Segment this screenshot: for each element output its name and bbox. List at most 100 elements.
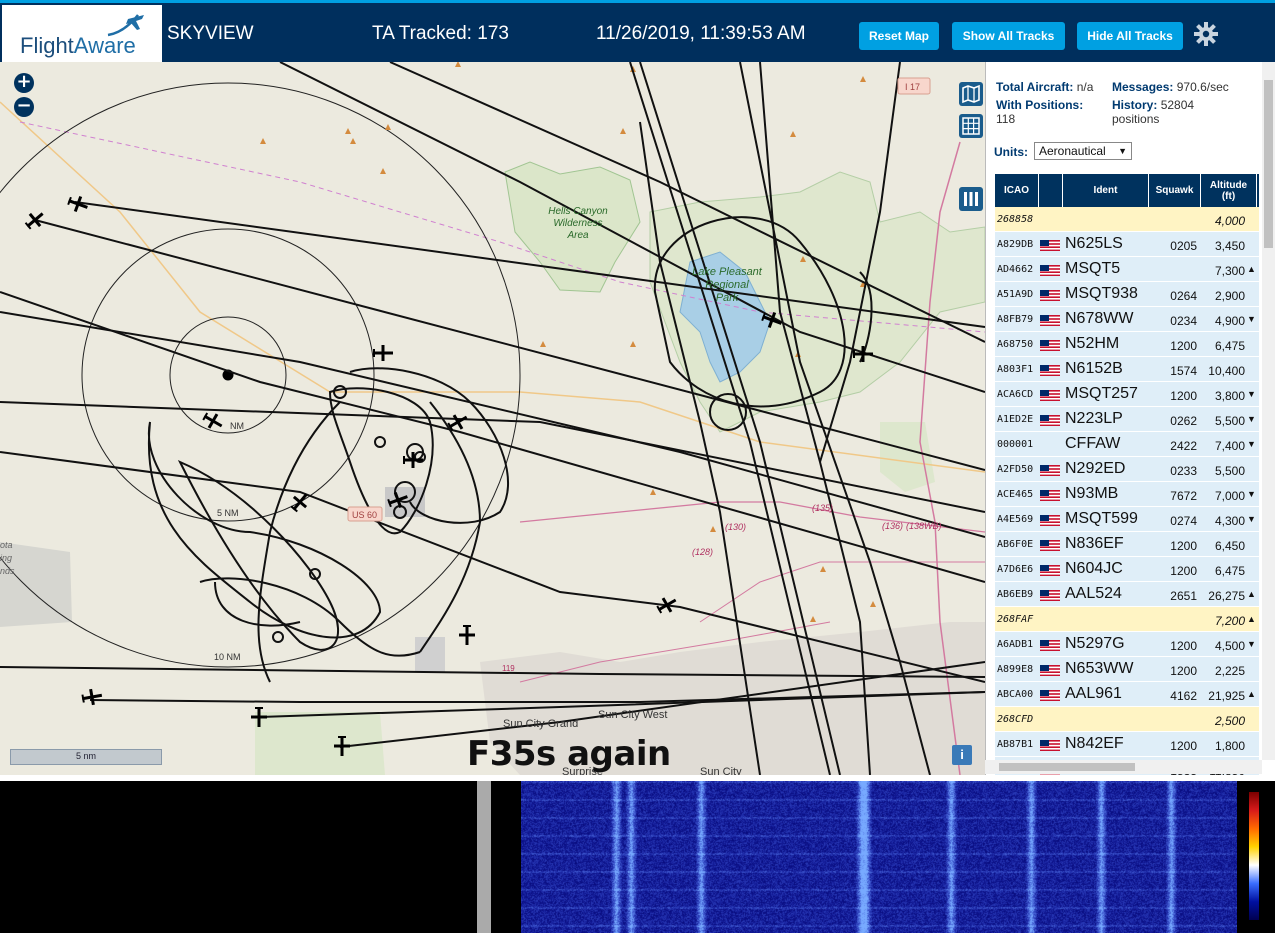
map-canvas[interactable]: NM 5 NM 10 NM 119 Hells Canyon Wildernes… bbox=[0, 62, 985, 775]
col-ident[interactable]: Ident bbox=[1063, 174, 1149, 207]
us-flag-icon bbox=[1040, 490, 1060, 501]
table-row[interactable]: ABCA00 AAL961 4162 21,925 ▲ bbox=[995, 682, 1259, 707]
row-ident: N836EF bbox=[1065, 535, 1124, 552]
route-119: 119 bbox=[502, 664, 515, 673]
table-row[interactable]: A7D6E6 N604JC 1200 6,475 bbox=[995, 557, 1259, 582]
units-label: Units: bbox=[994, 145, 1028, 159]
highway-128 bbox=[699, 561, 985, 623]
show-all-tracks-button[interactable]: Show All Tracks bbox=[952, 22, 1065, 50]
table-row[interactable]: 268858 4,000 bbox=[995, 207, 1259, 232]
row-ident: CFFAW bbox=[1065, 435, 1121, 452]
row-altitude-trend: ▼ bbox=[1247, 414, 1256, 424]
table-row[interactable]: A6ADB1 N5297G 1200 4,500 ▼ bbox=[995, 632, 1259, 657]
us-flag-icon bbox=[1040, 690, 1060, 701]
row-altitude: 4,000 bbox=[1214, 214, 1245, 228]
row-squawk: 1200 bbox=[1170, 539, 1197, 553]
map-view[interactable]: NM 5 NM 10 NM 119 Hells Canyon Wildernes… bbox=[0, 62, 985, 775]
row-icao: A68750 bbox=[997, 339, 1034, 350]
grey-block bbox=[415, 637, 445, 672]
grid-button[interactable] bbox=[959, 114, 983, 138]
row-squawk: 0264 bbox=[1170, 289, 1197, 303]
row-altitude: 4,900 bbox=[1214, 314, 1245, 328]
table-row[interactable]: AB6F0E N836EF 1200 6,450 bbox=[995, 532, 1259, 557]
row-altitude-trend: ▲ bbox=[1247, 589, 1256, 599]
table-row[interactable]: A51A9D MSQT938 0264 2,900 bbox=[995, 282, 1259, 307]
row-icao: ABCA00 bbox=[997, 689, 1034, 700]
col-squawk[interactable]: Squawk bbox=[1149, 174, 1201, 207]
info-icon[interactable]: i bbox=[952, 745, 972, 765]
row-squawk: 2651 bbox=[1170, 589, 1197, 603]
units-select[interactable]: Aeronautical ▼ bbox=[1034, 142, 1132, 160]
columns-button[interactable] bbox=[959, 187, 983, 211]
table-row[interactable]: A829DB N625LS 0205 3,450 bbox=[995, 232, 1259, 257]
row-icao: AD4662 bbox=[997, 264, 1034, 275]
with-positions-stat: With Positions: 118 bbox=[996, 98, 1084, 126]
table-row[interactable]: ACE465 N93MB 7672 7,000 ▼ bbox=[995, 482, 1259, 507]
hwy-138-label: (138WB) bbox=[906, 521, 942, 531]
us-flag-icon bbox=[1040, 340, 1060, 351]
row-squawk: 0205 bbox=[1170, 239, 1197, 253]
row-altitude: 5,500 bbox=[1214, 414, 1245, 428]
row-ident: N6152B bbox=[1065, 360, 1123, 377]
zoom-out-button[interactable]: − bbox=[14, 97, 34, 117]
row-icao: AB87B1 bbox=[997, 739, 1034, 750]
table-row[interactable]: A4E569 MSQT599 0274 4,300 ▼ bbox=[995, 507, 1259, 532]
col-altitude[interactable]: Altitude (ft) bbox=[1201, 174, 1257, 207]
reset-map-button[interactable]: Reset Map bbox=[859, 22, 939, 50]
table-row[interactable]: A2FD50 N292ED 0233 5,500 bbox=[995, 457, 1259, 482]
panel-vertical-scrollbar[interactable] bbox=[1262, 62, 1275, 760]
table-row[interactable]: A8FB79 N678WW 0234 4,900 ▼ bbox=[995, 307, 1259, 332]
zoom-in-button[interactable]: + bbox=[14, 73, 34, 93]
row-ident: N223LP bbox=[1065, 410, 1123, 427]
left-edge-label-1: ota bbox=[0, 540, 13, 550]
hwy-128-label: (128) bbox=[692, 547, 713, 557]
row-ident: N678WW bbox=[1065, 310, 1134, 327]
row-altitude-trend: ▲ bbox=[1247, 689, 1256, 699]
table-row[interactable]: A1ED2E N223LP 0262 5,500 ▼ bbox=[995, 407, 1259, 432]
lake-pleasant-label-2: Regional bbox=[705, 279, 749, 291]
table-row[interactable]: A68750 N52HM 1200 6,475 bbox=[995, 332, 1259, 357]
row-altitude: 2,500 bbox=[1214, 714, 1245, 728]
row-altitude: 21,925 bbox=[1208, 689, 1245, 703]
map-icon bbox=[962, 84, 980, 104]
settings-gear-icon[interactable] bbox=[1194, 22, 1218, 46]
row-altitude: 6,475 bbox=[1214, 564, 1245, 578]
panel-horizontal-scrollbar[interactable] bbox=[985, 760, 1262, 774]
row-squawk: 0234 bbox=[1170, 314, 1197, 328]
row-squawk: 2422 bbox=[1170, 439, 1197, 453]
hide-all-tracks-button[interactable]: Hide All Tracks bbox=[1077, 22, 1183, 50]
table-row[interactable]: 000001 CFFAW 2422 7,400 ▼ bbox=[995, 432, 1259, 457]
row-altitude-trend: ▼ bbox=[1247, 389, 1256, 399]
svg-text:I 17: I 17 bbox=[905, 82, 920, 92]
table-row[interactable]: AB6EB9 AAL524 2651 26,275 ▲ bbox=[995, 582, 1259, 607]
table-row[interactable]: 268CFD 2,500 bbox=[995, 707, 1259, 732]
row-altitude: 6,475 bbox=[1214, 339, 1245, 353]
row-altitude: 26,275 bbox=[1208, 589, 1245, 603]
table-row[interactable]: AD4662 MSQT5 7,300 ▲ bbox=[995, 257, 1259, 282]
app-title: SKYVIEW bbox=[167, 23, 254, 44]
row-ident: N52HM bbox=[1065, 335, 1120, 352]
us-flag-icon bbox=[1040, 315, 1060, 326]
row-altitude-trend: ▼ bbox=[1247, 639, 1256, 649]
map-layers-button[interactable] bbox=[959, 82, 983, 106]
row-altitude-trend: ▼ bbox=[1247, 514, 1256, 524]
ring-label-inner: NM bbox=[230, 421, 244, 431]
col-icao[interactable]: ICAO bbox=[995, 174, 1039, 207]
table-row[interactable]: AB87B1 N842EF 1200 1,800 bbox=[995, 732, 1259, 757]
us-flag-icon bbox=[1040, 265, 1060, 276]
left-edge-label-3: nds bbox=[0, 566, 15, 576]
table-body: 268858 4,000 A829DB N625LS 0205 3,450 AD4662 MS… bbox=[995, 207, 1259, 775]
col-flag[interactable] bbox=[1039, 174, 1063, 207]
table-row[interactable]: A899E8 N653WW 1200 2,225 bbox=[995, 657, 1259, 682]
history-stat: History: 52804 positions bbox=[1112, 98, 1195, 126]
total-aircraft-stat: Total Aircraft: n/a bbox=[996, 80, 1094, 94]
grid-icon bbox=[962, 117, 980, 135]
row-altitude: 10,400 bbox=[1208, 364, 1245, 378]
row-icao: A829DB bbox=[997, 239, 1034, 250]
table-row[interactable]: A803F1 N6152B 1574 10,400 bbox=[995, 357, 1259, 382]
row-ident: MSQT599 bbox=[1065, 510, 1138, 527]
table-row[interactable]: 268FAF 7,200 ▲ bbox=[995, 607, 1259, 632]
flightaware-logo[interactable]: FlightAware bbox=[2, 5, 162, 63]
table-row[interactable]: ACA6CD MSQT257 1200 3,800 ▼ bbox=[995, 382, 1259, 407]
row-ident: MSQT257 bbox=[1065, 385, 1138, 402]
